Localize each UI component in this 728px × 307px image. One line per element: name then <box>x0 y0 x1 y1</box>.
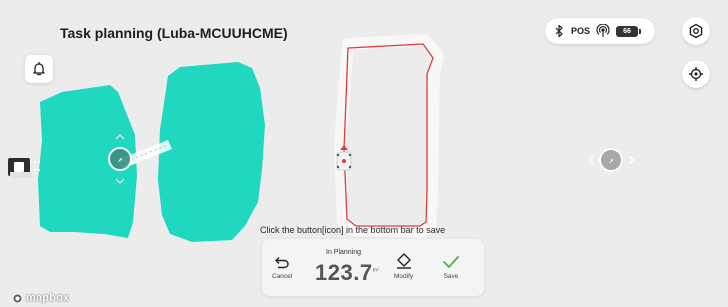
rtk-signal-icon <box>596 24 610 37</box>
battery-level: 66 <box>623 27 631 35</box>
mapbox-attribution[interactable]: mapbox <box>12 292 69 304</box>
save-hint: Click the button[icon] in the bottom bar… <box>260 225 446 235</box>
checkmark-icon <box>443 256 459 268</box>
cancel-button[interactable]: Cancel <box>272 254 292 280</box>
area-value: 123.7 <box>315 260 373 285</box>
notification-button[interactable] <box>25 55 53 83</box>
planning-status: In Planning <box>326 249 362 256</box>
mapbox-logo-icon <box>12 292 23 304</box>
eraser-icon <box>396 253 411 269</box>
modify-label: Modify <box>394 273 414 280</box>
mapbox-text: mapbox <box>26 292 70 304</box>
battery-icon: 66 <box>616 25 642 37</box>
bell-icon <box>33 61 45 76</box>
save-label: Save <box>443 273 459 280</box>
gear-hex-icon <box>689 23 703 39</box>
modify-button[interactable]: Modify <box>394 252 413 280</box>
pos-label: POS <box>571 26 591 36</box>
crosshair-icon <box>689 67 703 81</box>
device-status-bar[interactable]: POS 66 <box>545 18 655 44</box>
svg-text:↗: ↗ <box>117 158 122 164</box>
area-readout: 123.7m² <box>315 260 379 286</box>
page-title: Task planning (Luba-MCUUHCME) <box>60 25 288 41</box>
area-unit: m² <box>372 267 380 274</box>
locate-button[interactable] <box>682 60 710 88</box>
undo-icon <box>275 257 289 269</box>
bluetooth-icon <box>555 24 563 38</box>
settings-button[interactable] <box>682 17 710 45</box>
mowing-zone-right[interactable] <box>158 62 265 242</box>
planning-bottom-bar: Cancel In Planning 123.7m² Modify Save <box>262 239 484 296</box>
svg-text:↗: ↗ <box>608 159 613 165</box>
save-button[interactable]: Save <box>442 254 460 280</box>
cancel-label: Cancel <box>272 273 293 280</box>
